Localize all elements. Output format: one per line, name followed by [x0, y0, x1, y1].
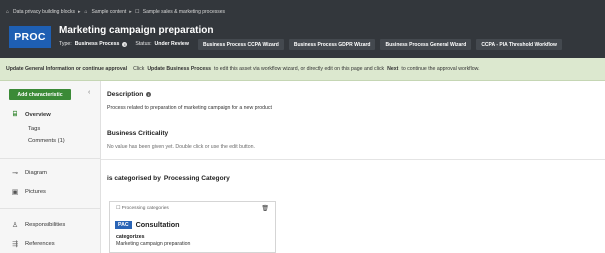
- banner-emphasis: Update Business Process: [147, 66, 212, 72]
- sidebar: Add characteristic ‹ ⌸ Overview Tags Com…: [0, 81, 101, 253]
- card-header: ☐ Processing categories: [116, 206, 169, 211]
- type-label: Type:: [59, 41, 72, 47]
- sidebar-item-responsibilities[interactable]: ♙ Responsibilities: [11, 221, 65, 229]
- description-text[interactable]: Process related to preparation of market…: [107, 105, 272, 111]
- banner-emphasis: Next: [387, 66, 399, 72]
- breadcrumb-item[interactable]: Data privacy building blocks: [13, 9, 75, 15]
- description-heading: Description i: [107, 91, 152, 98]
- workflow-banner: Update General Information or continue a…: [0, 58, 605, 81]
- main-content: Description i Process related to prepara…: [101, 81, 605, 253]
- banner-heading: Update General Information or continue a…: [6, 66, 128, 72]
- relation-target[interactable]: Marketing campaign preparation: [116, 241, 190, 247]
- picture-icon: ▣: [11, 189, 19, 196]
- asset-meta: Type: Business Process i Status: Under R…: [59, 41, 189, 47]
- sidebar-item-label: Pictures: [25, 189, 46, 195]
- relation-value: Processing Category: [163, 175, 230, 182]
- breadcrumb-item[interactable]: Sample sales & marketing processes: [143, 9, 225, 15]
- relation-heading: is categorised by Processing Category: [107, 175, 230, 182]
- gdpr-wizard-button[interactable]: Business Process GDPR Wizard: [288, 39, 376, 50]
- references-icon: ⇶: [12, 241, 18, 248]
- people-icon: ♙: [11, 222, 19, 229]
- info-icon[interactable]: i: [122, 41, 128, 47]
- asset-type-badge: PROC: [9, 26, 51, 48]
- banner-text: to continue the approval workflow.: [401, 66, 480, 72]
- status-label: Status:: [135, 41, 152, 47]
- breadcrumb-separator-icon: ▸: [77, 9, 81, 15]
- relation-prefix: is categorised by: [107, 175, 161, 182]
- trash-icon[interactable]: 🗑: [261, 205, 269, 212]
- banner-text: Click: [133, 66, 145, 72]
- home-icon: ⌂: [5, 8, 10, 15]
- sidebar-item-label: References: [25, 241, 55, 247]
- divider: [101, 159, 605, 160]
- breadcrumb-item[interactable]: Sample content: [92, 9, 127, 15]
- diagram-icon: ⊸: [12, 170, 18, 177]
- card-header-label: Processing categories: [121, 206, 169, 211]
- divider: [0, 158, 100, 159]
- asset-type-badge: PAC: [115, 220, 132, 229]
- breadcrumb: ⌂ Data privacy building blocks ▸ ⌂ Sampl…: [5, 9, 225, 15]
- relation-card[interactable]: ☐ Processing categories 🗑 PAC Consultati…: [109, 201, 276, 253]
- sidebar-item-tags[interactable]: Tags: [28, 126, 40, 132]
- home-icon: ⌂: [84, 8, 88, 15]
- relation-label: categorizes: [116, 234, 145, 240]
- folder-icon: ☐: [135, 8, 140, 15]
- general-wizard-button[interactable]: Business Process General Wizard: [380, 39, 472, 50]
- status-badge: Under Review: [154, 41, 189, 47]
- pia-threshold-workflow-button[interactable]: CCPA - PIA Threshold Workflow: [476, 39, 562, 50]
- sidebar-item-label: Overview: [25, 112, 51, 118]
- info-icon[interactable]: i: [146, 92, 152, 97]
- wizard-buttons: Business Process CCPA Wizard Business Pr…: [198, 39, 562, 50]
- asset-header: ⌂ Data privacy building blocks ▸ ⌂ Sampl…: [0, 0, 605, 58]
- chevron-left-icon[interactable]: ‹: [88, 89, 90, 96]
- criticality-heading: Business Criticality: [107, 130, 169, 137]
- section-title: Description: [107, 91, 144, 98]
- sidebar-item-label: Responsibilities: [25, 222, 66, 228]
- type-value: Business Process: [74, 41, 120, 47]
- overview-icon: ⌸: [12, 111, 18, 118]
- sidebar-item-overview[interactable]: ⌸ Overview: [11, 111, 51, 119]
- sidebar-item-pictures[interactable]: ▣ Pictures: [11, 188, 46, 196]
- sidebar-item-comments[interactable]: Comments (1): [28, 138, 65, 144]
- page-title: Marketing campaign preparation: [59, 25, 214, 36]
- related-asset-title[interactable]: Consultation: [136, 220, 180, 229]
- sidebar-item-label: Diagram: [25, 170, 47, 176]
- divider: [0, 208, 100, 209]
- sidebar-item-diagram[interactable]: ⊸ Diagram: [11, 169, 47, 177]
- breadcrumb-separator-icon: ▸: [129, 9, 132, 15]
- banner-text: to edit this asset via workflow wizard, …: [214, 66, 385, 72]
- add-characteristic-button[interactable]: Add characteristic: [9, 89, 71, 100]
- sidebar-item-references[interactable]: ⇶ References: [11, 240, 55, 248]
- ccpa-wizard-button[interactable]: Business Process CCPA Wizard: [198, 39, 284, 50]
- criticality-empty-text[interactable]: No value has been given yet. Double clic…: [107, 144, 255, 150]
- related-asset[interactable]: PAC Consultation: [115, 220, 180, 229]
